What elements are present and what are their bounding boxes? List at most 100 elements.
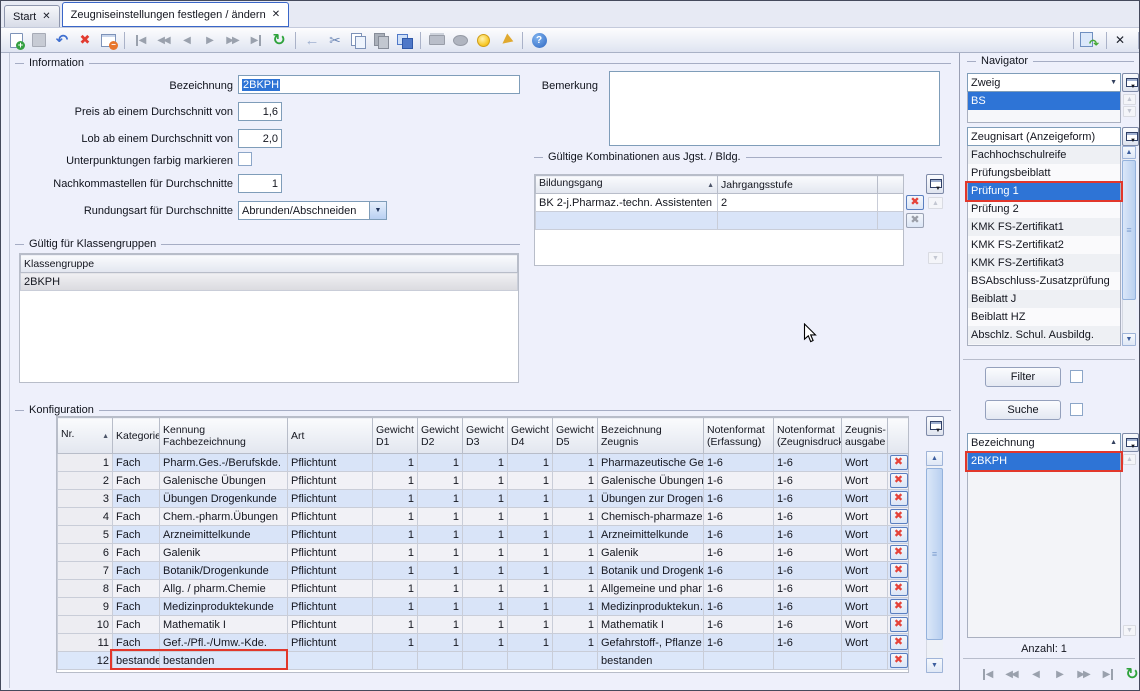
help-icon[interactable] (528, 30, 550, 50)
scroll-up-icon[interactable]: ▲ (1122, 146, 1136, 159)
table-row[interactable]: 12 bestanden bestanden bestanden ✖ (58, 652, 910, 670)
prev-record-icon[interactable] (176, 30, 198, 50)
col-jahrgangsstufe[interactable]: Jahrgangsstufe (718, 176, 878, 194)
scrollbar-thumb[interactable]: ≡ (1122, 160, 1136, 300)
switch-view-icon[interactable] (1077, 30, 1099, 50)
delete-row-button[interactable]: ✖ (890, 653, 908, 668)
table-row[interactable]: 8 Fach Allg. / pharm.Chemie Pflichtunt 1… (58, 580, 910, 598)
col-bildungsgang[interactable]: Bildungsgang▲ (536, 176, 718, 194)
list-item[interactable]: 2BKPH (968, 452, 1120, 470)
col-kennung[interactable]: Kennung Fachbezeichnung (160, 418, 288, 454)
list-item[interactable]: Prüfungsbeiblatt (968, 164, 1120, 182)
refresh-icon[interactable] (1121, 664, 1140, 684)
table-row[interactable]: 10 Fach Mathematik I Pflichtunt 1 1 1 1 … (58, 616, 910, 634)
grid-settings-button[interactable] (926, 416, 944, 436)
fast-prev-icon[interactable] (153, 30, 175, 50)
table-row[interactable]: 5 Fach Arzneimittelkunde Pflichtunt 1 1 … (58, 526, 910, 544)
delete-row-button[interactable]: ✖ (890, 581, 908, 596)
table-row[interactable]: 6 Fach Galenik Pflichtunt 1 1 1 1 1 Gale… (58, 544, 910, 562)
table-row[interactable]: 9 Fach Medizinproduktekunde Pflichtunt 1… (58, 598, 910, 616)
scroll-up-icon[interactable]: ▲ (926, 451, 943, 466)
scroll-down-icon[interactable]: ▼ (926, 658, 943, 673)
col-zeugnisausgabe[interactable]: Zeugnis- ausgabe (842, 418, 888, 454)
tab-close-icon[interactable]: ✕ (42, 11, 50, 22)
col-nr[interactable]: Nr.▲ (58, 418, 113, 454)
print-icon[interactable] (426, 30, 448, 50)
delete-row-button[interactable]: ✖ (890, 545, 908, 560)
tab-zeugniseinstellungen[interactable]: Zeugniseinstellungen festlegen / ändern … (62, 2, 289, 27)
paste-icon[interactable] (370, 30, 392, 50)
notification-bell-icon[interactable] (495, 30, 517, 50)
delete-row-button[interactable]: ✖ (890, 635, 908, 650)
new-record-icon[interactable] (5, 30, 27, 50)
prev-record-icon[interactable] (1025, 664, 1047, 684)
col-bezeichnung-zeugnis[interactable]: Bezeichnung Zeugnis (598, 418, 704, 454)
delete-row-button[interactable]: ✖ (890, 509, 908, 524)
next-record-icon[interactable] (1049, 664, 1071, 684)
list-item[interactable]: Abschlz. Schul. Ausbildg. (968, 326, 1120, 344)
nachkomma-input[interactable]: 1 (238, 174, 282, 193)
list-item[interactable]: KMK FS-Zertifikat2 (968, 236, 1120, 254)
preis-input[interactable]: 1,6 (238, 102, 282, 121)
delete-row-button[interactable]: ✖ (890, 617, 908, 632)
list-item[interactable]: Beiblatt HZ (968, 308, 1120, 326)
tab-close-icon[interactable]: ✕ (272, 9, 280, 20)
cut-icon[interactable] (324, 30, 346, 50)
grid-settings-button[interactable] (1122, 73, 1139, 92)
last-record-icon[interactable] (245, 30, 267, 50)
delete-row-button[interactable]: ✖ (890, 527, 908, 542)
klassengruppe-row[interactable]: 2BKPH (21, 273, 518, 291)
col-notenformat-erfassung[interactable]: Notenformat (Erfassung) (704, 418, 774, 454)
delete-row-button[interactable]: ✖ (890, 599, 908, 614)
col-gewicht-d3[interactable]: Gewicht D3 (463, 418, 508, 454)
grid-settings-button[interactable] (926, 174, 944, 194)
copy-icon[interactable] (347, 30, 369, 50)
bezeichnung-list-header[interactable]: Bezeichnung ▲ (967, 433, 1121, 452)
list-item[interactable]: BSAbschluss-Zusatzprüfung (968, 272, 1120, 290)
list-item[interactable]: Beiblatt J (968, 290, 1120, 308)
next-record-icon[interactable] (199, 30, 221, 50)
bemerkung-textarea[interactable] (609, 71, 940, 146)
grid-settings-button[interactable] (1122, 433, 1139, 452)
delete-row-button[interactable]: ✖ (890, 563, 908, 578)
table-row[interactable]: 3 Fach Übungen Drogenkunde Pflichtunt 1 … (58, 490, 910, 508)
back-arrow-icon[interactable] (301, 30, 323, 50)
delete-row-button[interactable]: ✖ (890, 473, 908, 488)
paste-special-icon[interactable] (393, 30, 415, 50)
first-record-icon[interactable] (977, 664, 999, 684)
col-notenformat-zeugnisdruck[interactable]: Notenformat (Zeugnisdruck) (774, 418, 842, 454)
suche-checkbox[interactable] (1070, 403, 1083, 416)
filter-button[interactable]: Filter (985, 367, 1061, 387)
col-gewicht-d4[interactable]: Gewicht D4 (508, 418, 553, 454)
table-row[interactable]: 4 Fach Chem.-pharm.Übungen Pflichtunt 1 … (58, 508, 910, 526)
table-row[interactable]: 7 Fach Botanik/Drogenkunde Pflichtunt 1 … (58, 562, 910, 580)
lob-input[interactable]: 2,0 (238, 129, 282, 148)
table-row[interactable]: 1 Fach Pharm.Ges.-/Berufskde. Pflichtunt… (58, 454, 910, 472)
filter-checkbox[interactable] (1070, 370, 1083, 383)
delete-row-button[interactable]: ✖ (890, 491, 908, 506)
fast-next-icon[interactable] (222, 30, 244, 50)
hint-lightbulb-icon[interactable] (472, 30, 494, 50)
table-row[interactable]: 2 Fach Galenische Übungen Pflichtunt 1 1… (58, 472, 910, 490)
list-item[interactable]: BS (968, 92, 1120, 110)
grid-settings-button[interactable] (1122, 127, 1139, 146)
zeugnisart-header[interactable]: Zeugnisart (Anzeigeform) (967, 127, 1121, 146)
suche-button[interactable]: Suche (985, 400, 1061, 420)
col-gewicht-d5[interactable]: Gewicht D5 (553, 418, 598, 454)
kombination-row[interactable]: BK 2-j.Pharmaz.-techn. Assistenten 2 (536, 194, 905, 212)
col-gewicht-d2[interactable]: Gewicht D2 (418, 418, 463, 454)
refresh-icon[interactable] (268, 30, 290, 50)
record-disc-icon[interactable] (449, 30, 471, 50)
col-gewicht-d1[interactable]: Gewicht D1 (373, 418, 418, 454)
scrollbar-thumb[interactable]: ≡ (926, 468, 943, 640)
zweig-dropdown[interactable]: Zweig ▼ (967, 73, 1121, 92)
bezeichnung-input[interactable]: 2BKPH (238, 75, 520, 94)
fast-next-icon[interactable] (1073, 664, 1095, 684)
list-item[interactable]: Prüfung 2 (968, 200, 1120, 218)
rundungsart-select[interactable]: Abrunden/Abschneiden ▼ (238, 201, 387, 220)
panel-close-icon[interactable] (1109, 30, 1131, 50)
list-item[interactable]: KMK FS-Zertifikat1 (968, 218, 1120, 236)
fast-prev-icon[interactable] (1001, 664, 1023, 684)
edit-form-icon[interactable] (97, 30, 119, 50)
delete-row-button[interactable]: ✖ (906, 195, 924, 210)
